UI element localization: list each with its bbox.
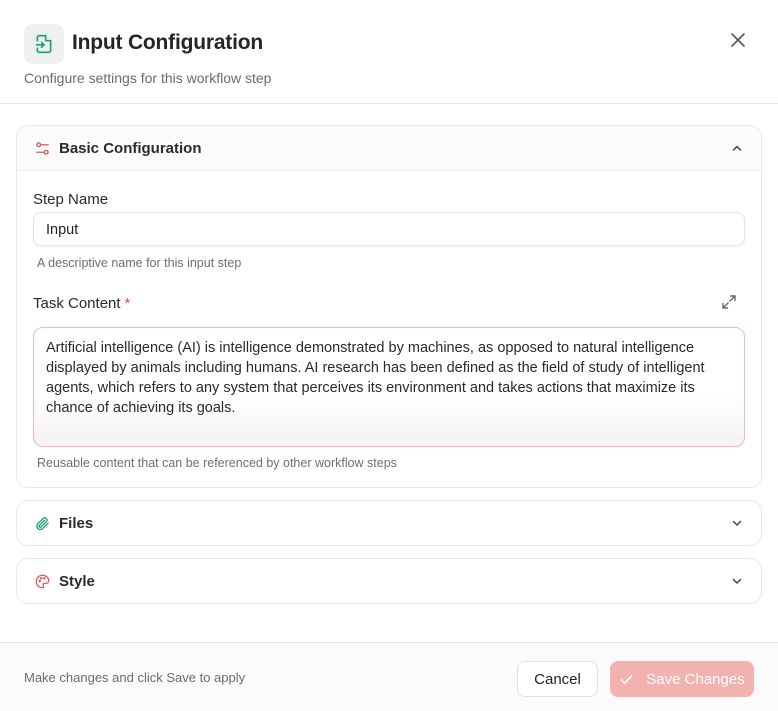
expand-icon bbox=[722, 295, 736, 309]
check-icon bbox=[620, 674, 633, 684]
file-import-icon bbox=[24, 24, 64, 64]
task-content-label: Task Content * bbox=[33, 295, 130, 312]
dialog-header: Input Configuration Configure settings f… bbox=[0, 0, 778, 104]
cancel-button[interactable]: Cancel bbox=[517, 661, 598, 697]
chevron-up-icon bbox=[732, 145, 742, 151]
chevron-down-icon bbox=[732, 520, 742, 526]
palette-icon bbox=[34, 574, 50, 590]
dialog-subtitle: Configure settings for this workflow ste… bbox=[24, 70, 272, 86]
step-name-label: Step Name bbox=[33, 191, 109, 208]
save-changes-label: Save Changes bbox=[646, 670, 745, 688]
files-header[interactable]: Files bbox=[17, 501, 761, 546]
step-name-hint: A descriptive name for this input step bbox=[37, 256, 242, 270]
chevron-down-icon bbox=[732, 578, 742, 584]
save-changes-button[interactable]: Save Changes bbox=[610, 661, 754, 697]
expand-button[interactable] bbox=[720, 293, 738, 311]
files-section: Files bbox=[16, 500, 762, 546]
task-content-hint: Reusable content that can be referenced … bbox=[37, 456, 397, 470]
paperclip-icon bbox=[34, 516, 50, 532]
task-content-label-text: Task Content bbox=[33, 295, 121, 312]
footer-note: Make changes and click Save to apply bbox=[24, 670, 246, 685]
close-button[interactable] bbox=[722, 24, 754, 56]
style-section: Style bbox=[16, 558, 762, 604]
sliders-icon bbox=[34, 140, 50, 156]
step-name-input[interactable]: Input bbox=[33, 212, 745, 246]
required-marker: * bbox=[124, 295, 131, 312]
close-icon bbox=[731, 33, 745, 47]
basic-configuration-section: Basic Configuration Step Name Input A de… bbox=[16, 125, 762, 488]
section-title: Style bbox=[59, 573, 95, 590]
task-content-textarea[interactable]: Artificial intelligence (AI) is intellig… bbox=[33, 327, 745, 447]
dialog-footer: Make changes and click Save to apply Can… bbox=[0, 642, 778, 711]
style-header[interactable]: Style bbox=[17, 559, 761, 604]
section-title: Basic Configuration bbox=[59, 139, 202, 157]
dialog-title: Input Configuration bbox=[72, 31, 263, 54]
section-title: Files bbox=[59, 515, 94, 532]
basic-configuration-header[interactable]: Basic Configuration bbox=[17, 126, 761, 171]
